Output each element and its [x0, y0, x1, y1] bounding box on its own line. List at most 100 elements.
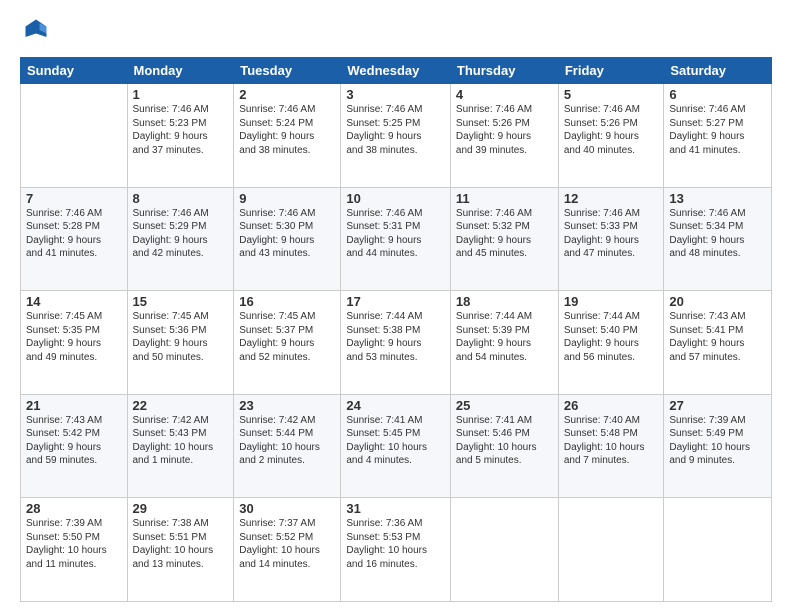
calendar-cell: 9Sunrise: 7:46 AM Sunset: 5:30 PM Daylig…: [234, 187, 341, 291]
day-of-week-wednesday: Wednesday: [341, 58, 451, 84]
day-number: 2: [239, 87, 335, 102]
logo-icon: [22, 16, 50, 44]
calendar-cell: 28Sunrise: 7:39 AM Sunset: 5:50 PM Dayli…: [21, 498, 128, 602]
day-info: Sunrise: 7:42 AM Sunset: 5:43 PM Dayligh…: [133, 414, 229, 468]
day-info: Sunrise: 7:37 AM Sunset: 5:52 PM Dayligh…: [239, 517, 335, 571]
day-info: Sunrise: 7:46 AM Sunset: 5:33 PM Dayligh…: [564, 207, 659, 261]
day-number: 27: [669, 398, 766, 413]
day-number: 11: [456, 191, 553, 206]
day-number: 17: [346, 294, 445, 309]
calendar-week-row: 21Sunrise: 7:43 AM Sunset: 5:42 PM Dayli…: [21, 394, 772, 498]
day-info: Sunrise: 7:44 AM Sunset: 5:40 PM Dayligh…: [564, 310, 659, 364]
day-info: Sunrise: 7:41 AM Sunset: 5:46 PM Dayligh…: [456, 414, 553, 468]
calendar-cell: 27Sunrise: 7:39 AM Sunset: 5:49 PM Dayli…: [664, 394, 772, 498]
calendar-cell: 2Sunrise: 7:46 AM Sunset: 5:24 PM Daylig…: [234, 84, 341, 188]
day-info: Sunrise: 7:43 AM Sunset: 5:42 PM Dayligh…: [26, 414, 122, 468]
calendar-week-row: 7Sunrise: 7:46 AM Sunset: 5:28 PM Daylig…: [21, 187, 772, 291]
day-number: 30: [239, 501, 335, 516]
day-of-week-monday: Monday: [127, 58, 234, 84]
logo: [20, 16, 50, 49]
day-info: Sunrise: 7:46 AM Sunset: 5:32 PM Dayligh…: [456, 207, 553, 261]
calendar-table: SundayMondayTuesdayWednesdayThursdayFrid…: [20, 57, 772, 602]
day-of-week-thursday: Thursday: [450, 58, 558, 84]
calendar-cell: [558, 498, 664, 602]
calendar-cell: 1Sunrise: 7:46 AM Sunset: 5:23 PM Daylig…: [127, 84, 234, 188]
calendar-cell: 13Sunrise: 7:46 AM Sunset: 5:34 PM Dayli…: [664, 187, 772, 291]
calendar-cell: 8Sunrise: 7:46 AM Sunset: 5:29 PM Daylig…: [127, 187, 234, 291]
day-number: 13: [669, 191, 766, 206]
day-number: 12: [564, 191, 659, 206]
day-number: 28: [26, 501, 122, 516]
day-number: 23: [239, 398, 335, 413]
day-number: 10: [346, 191, 445, 206]
day-number: 6: [669, 87, 766, 102]
day-of-week-saturday: Saturday: [664, 58, 772, 84]
calendar-cell: 14Sunrise: 7:45 AM Sunset: 5:35 PM Dayli…: [21, 291, 128, 395]
calendar-cell: 18Sunrise: 7:44 AM Sunset: 5:39 PM Dayli…: [450, 291, 558, 395]
calendar-cell: 12Sunrise: 7:46 AM Sunset: 5:33 PM Dayli…: [558, 187, 664, 291]
calendar-cell: 24Sunrise: 7:41 AM Sunset: 5:45 PM Dayli…: [341, 394, 451, 498]
day-number: 1: [133, 87, 229, 102]
day-info: Sunrise: 7:44 AM Sunset: 5:39 PM Dayligh…: [456, 310, 553, 364]
calendar-header-row: SundayMondayTuesdayWednesdayThursdayFrid…: [21, 58, 772, 84]
day-number: 22: [133, 398, 229, 413]
day-info: Sunrise: 7:40 AM Sunset: 5:48 PM Dayligh…: [564, 414, 659, 468]
day-number: 31: [346, 501, 445, 516]
calendar-cell: [21, 84, 128, 188]
day-info: Sunrise: 7:46 AM Sunset: 5:26 PM Dayligh…: [564, 103, 659, 157]
day-number: 5: [564, 87, 659, 102]
calendar-cell: 21Sunrise: 7:43 AM Sunset: 5:42 PM Dayli…: [21, 394, 128, 498]
day-number: 20: [669, 294, 766, 309]
calendar-cell: 16Sunrise: 7:45 AM Sunset: 5:37 PM Dayli…: [234, 291, 341, 395]
day-info: Sunrise: 7:46 AM Sunset: 5:31 PM Dayligh…: [346, 207, 445, 261]
day-info: Sunrise: 7:46 AM Sunset: 5:34 PM Dayligh…: [669, 207, 766, 261]
day-of-week-tuesday: Tuesday: [234, 58, 341, 84]
calendar-cell: 20Sunrise: 7:43 AM Sunset: 5:41 PM Dayli…: [664, 291, 772, 395]
calendar-cell: 22Sunrise: 7:42 AM Sunset: 5:43 PM Dayli…: [127, 394, 234, 498]
day-info: Sunrise: 7:45 AM Sunset: 5:37 PM Dayligh…: [239, 310, 335, 364]
calendar-cell: 6Sunrise: 7:46 AM Sunset: 5:27 PM Daylig…: [664, 84, 772, 188]
day-number: 15: [133, 294, 229, 309]
day-number: 7: [26, 191, 122, 206]
day-info: Sunrise: 7:44 AM Sunset: 5:38 PM Dayligh…: [346, 310, 445, 364]
day-info: Sunrise: 7:46 AM Sunset: 5:24 PM Dayligh…: [239, 103, 335, 157]
day-number: 26: [564, 398, 659, 413]
calendar-cell: 5Sunrise: 7:46 AM Sunset: 5:26 PM Daylig…: [558, 84, 664, 188]
day-of-week-friday: Friday: [558, 58, 664, 84]
day-info: Sunrise: 7:46 AM Sunset: 5:30 PM Dayligh…: [239, 207, 335, 261]
day-info: Sunrise: 7:36 AM Sunset: 5:53 PM Dayligh…: [346, 517, 445, 571]
day-info: Sunrise: 7:46 AM Sunset: 5:26 PM Dayligh…: [456, 103, 553, 157]
calendar-cell: 4Sunrise: 7:46 AM Sunset: 5:26 PM Daylig…: [450, 84, 558, 188]
header: [20, 16, 772, 49]
calendar-cell: 26Sunrise: 7:40 AM Sunset: 5:48 PM Dayli…: [558, 394, 664, 498]
day-info: Sunrise: 7:46 AM Sunset: 5:27 PM Dayligh…: [669, 103, 766, 157]
day-number: 9: [239, 191, 335, 206]
day-info: Sunrise: 7:43 AM Sunset: 5:41 PM Dayligh…: [669, 310, 766, 364]
calendar-week-row: 28Sunrise: 7:39 AM Sunset: 5:50 PM Dayli…: [21, 498, 772, 602]
calendar-cell: 31Sunrise: 7:36 AM Sunset: 5:53 PM Dayli…: [341, 498, 451, 602]
day-info: Sunrise: 7:39 AM Sunset: 5:49 PM Dayligh…: [669, 414, 766, 468]
day-info: Sunrise: 7:46 AM Sunset: 5:25 PM Dayligh…: [346, 103, 445, 157]
day-info: Sunrise: 7:45 AM Sunset: 5:35 PM Dayligh…: [26, 310, 122, 364]
day-of-week-sunday: Sunday: [21, 58, 128, 84]
day-number: 25: [456, 398, 553, 413]
calendar-cell: 30Sunrise: 7:37 AM Sunset: 5:52 PM Dayli…: [234, 498, 341, 602]
calendar-cell: 17Sunrise: 7:44 AM Sunset: 5:38 PM Dayli…: [341, 291, 451, 395]
calendar-cell: 3Sunrise: 7:46 AM Sunset: 5:25 PM Daylig…: [341, 84, 451, 188]
day-number: 21: [26, 398, 122, 413]
calendar-cell: 7Sunrise: 7:46 AM Sunset: 5:28 PM Daylig…: [21, 187, 128, 291]
calendar-cell: 25Sunrise: 7:41 AM Sunset: 5:46 PM Dayli…: [450, 394, 558, 498]
day-info: Sunrise: 7:45 AM Sunset: 5:36 PM Dayligh…: [133, 310, 229, 364]
day-number: 8: [133, 191, 229, 206]
day-info: Sunrise: 7:38 AM Sunset: 5:51 PM Dayligh…: [133, 517, 229, 571]
calendar-cell: 15Sunrise: 7:45 AM Sunset: 5:36 PM Dayli…: [127, 291, 234, 395]
calendar-cell: [664, 498, 772, 602]
calendar-cell: 10Sunrise: 7:46 AM Sunset: 5:31 PM Dayli…: [341, 187, 451, 291]
day-info: Sunrise: 7:42 AM Sunset: 5:44 PM Dayligh…: [239, 414, 335, 468]
day-number: 24: [346, 398, 445, 413]
day-number: 19: [564, 294, 659, 309]
calendar-cell: 29Sunrise: 7:38 AM Sunset: 5:51 PM Dayli…: [127, 498, 234, 602]
day-info: Sunrise: 7:39 AM Sunset: 5:50 PM Dayligh…: [26, 517, 122, 571]
day-number: 3: [346, 87, 445, 102]
day-number: 18: [456, 294, 553, 309]
